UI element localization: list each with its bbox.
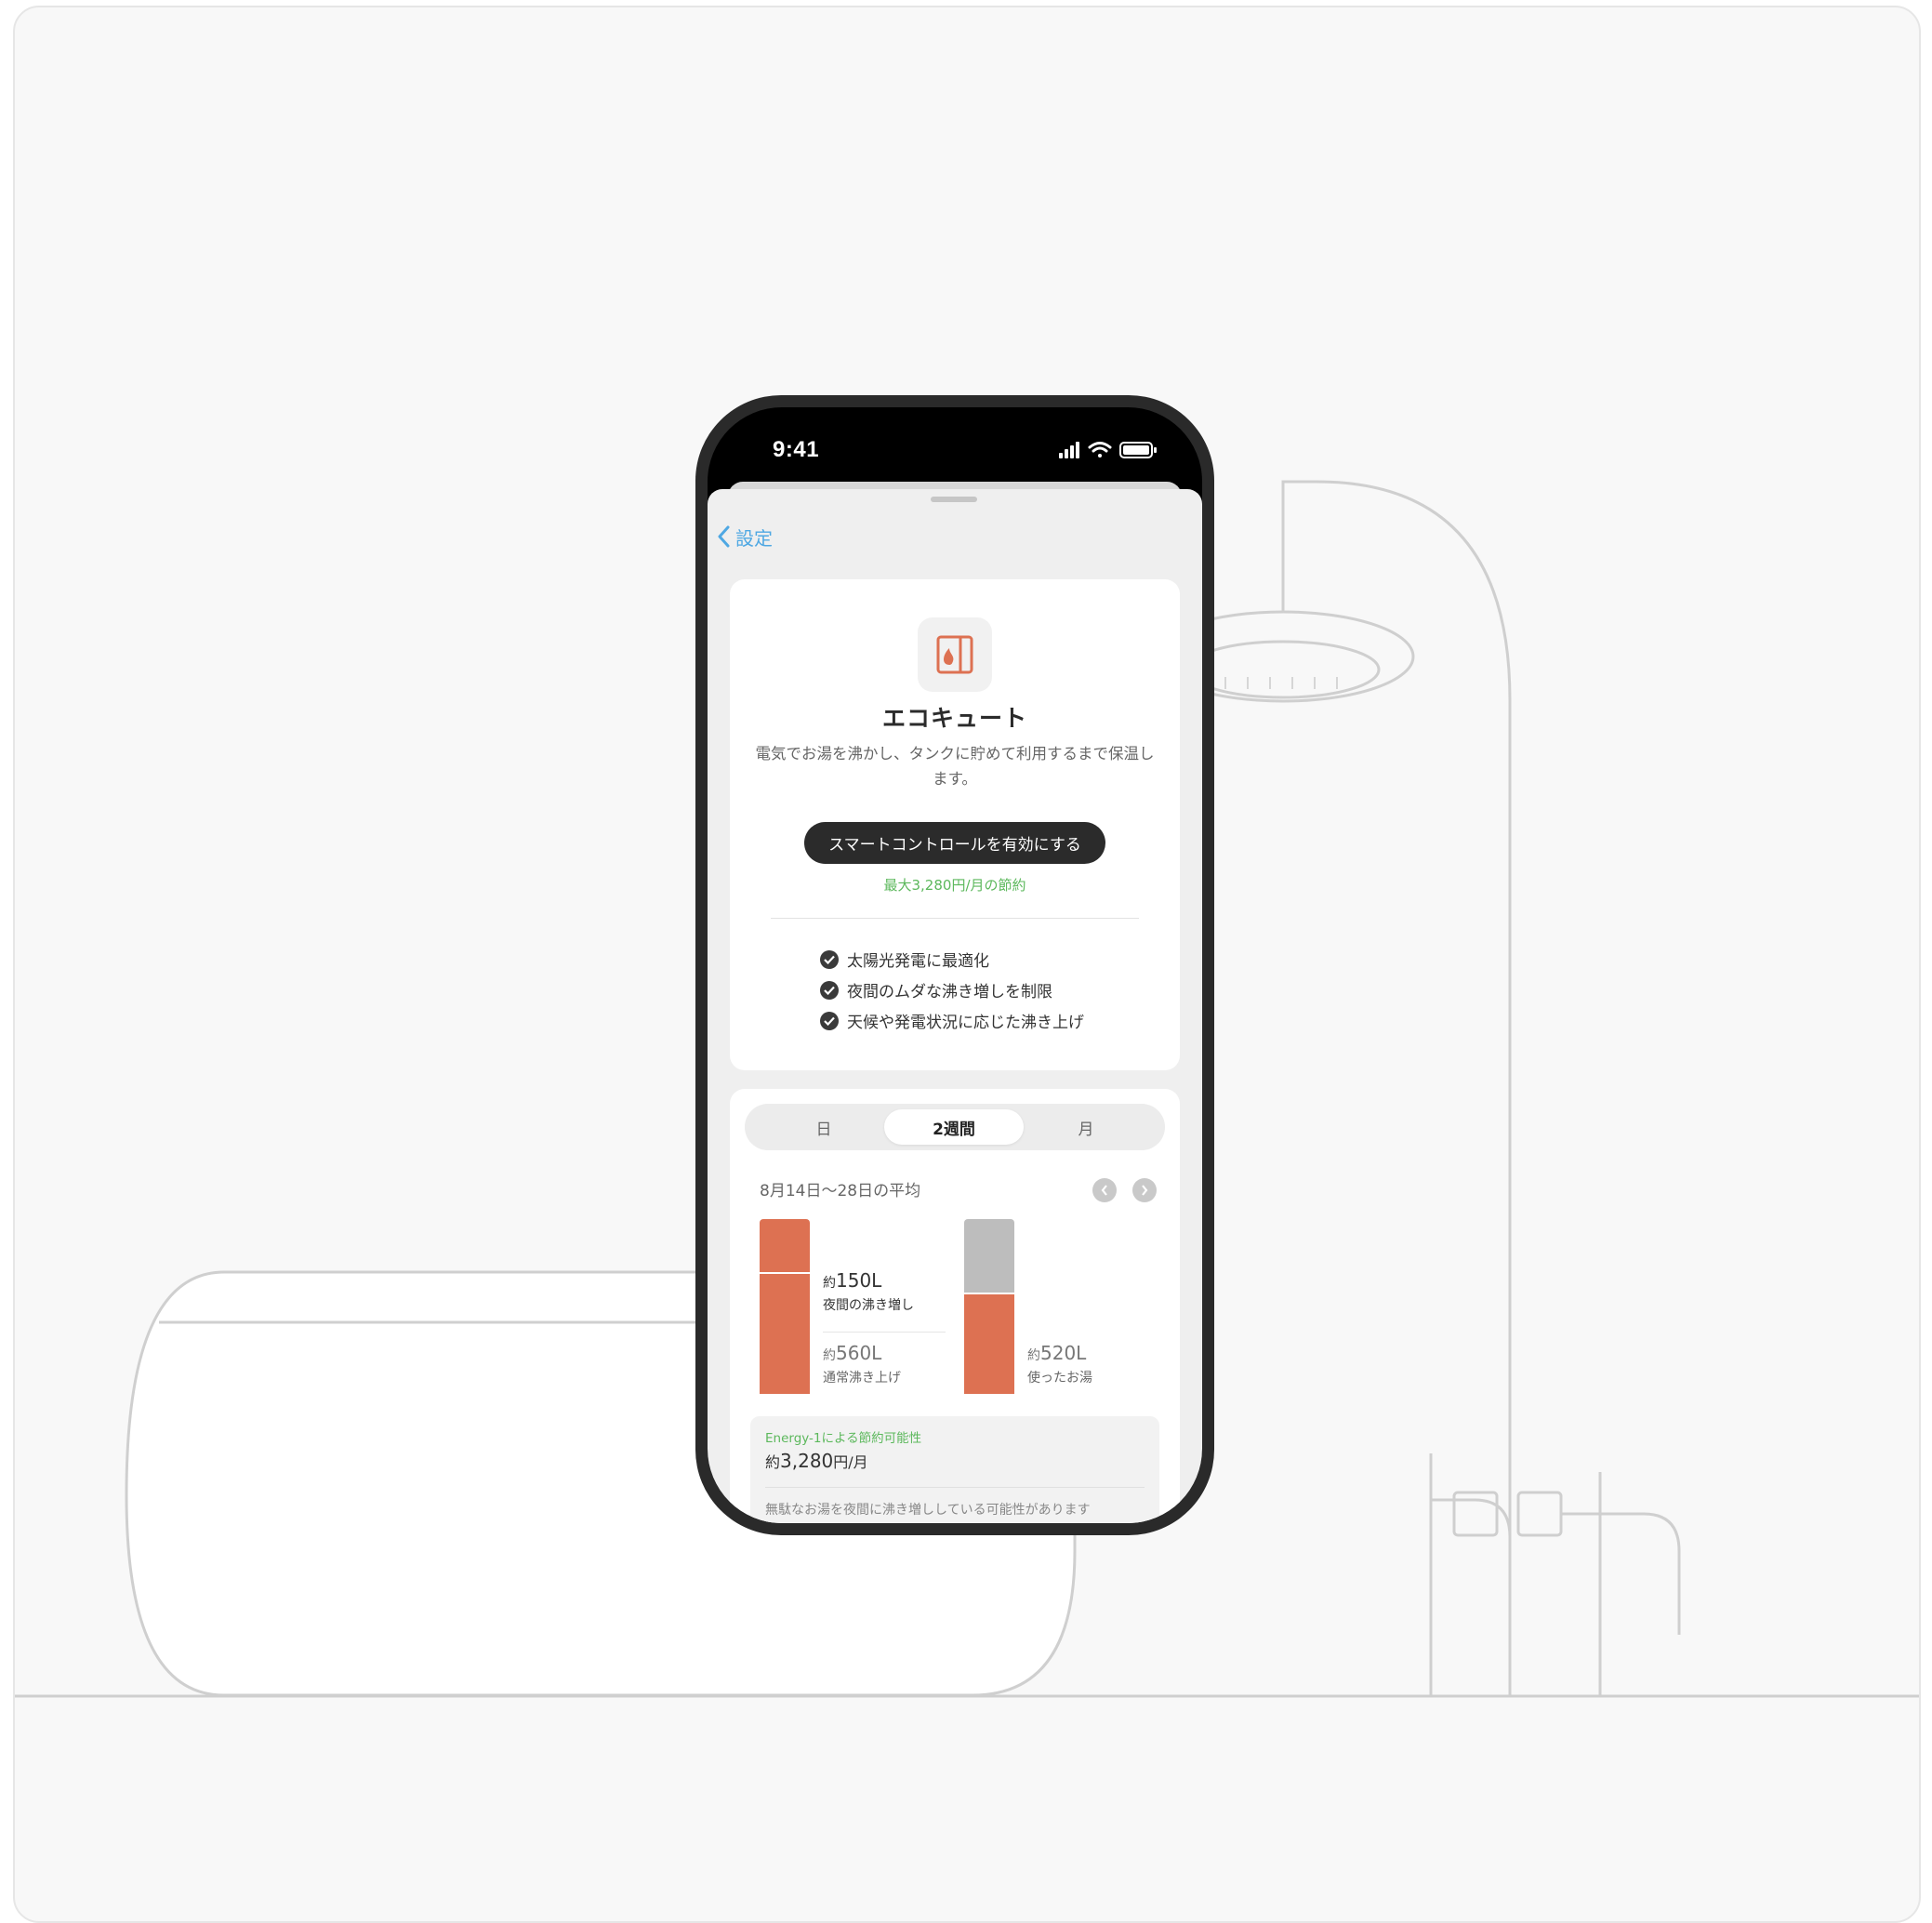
divider xyxy=(771,918,1139,919)
chevron-right-icon xyxy=(1142,1185,1148,1196)
saving-note: 最大3,280円/月の節約 xyxy=(883,877,1026,894)
back-label: 設定 xyxy=(735,526,773,550)
tab-month[interactable]: 月 xyxy=(1016,1104,1156,1150)
feature-label: 太陽光発電に最適化 xyxy=(847,952,989,971)
phone-frame: 9:41 設定 エコキュート 電気でお湯を沸かし、タンクに貯めて利用するまで保温… xyxy=(695,395,1214,1535)
enable-smart-control-button[interactable]: スマートコントロールを有効にする xyxy=(804,822,1105,864)
tab-two-weeks[interactable]: 2週間 xyxy=(884,1109,1024,1145)
normal-boil-caption: 通常沸き上げ xyxy=(823,1371,901,1386)
boil-bar xyxy=(760,1219,810,1394)
unused-segment xyxy=(964,1219,1014,1293)
energy-heading: Energy-1による節約可能性 xyxy=(765,1431,922,1446)
check-icon xyxy=(820,949,839,969)
feature-item: 天候や発電状況に応じた沸き上げ xyxy=(820,1009,1084,1032)
used-water-caption: 使ったお湯 xyxy=(1027,1371,1092,1386)
energy-value: 約3,280円/月 xyxy=(765,1450,868,1472)
water-heater-icon xyxy=(936,635,973,674)
divider xyxy=(823,1332,946,1333)
status-time: 9:41 xyxy=(773,437,820,462)
battery-icon xyxy=(1119,442,1157,458)
normal-boil-segment xyxy=(760,1274,810,1394)
device-description: 電気でお湯を沸かし、タンクに貯めて利用するまで保温します。 xyxy=(755,745,1155,788)
status-icons xyxy=(1059,442,1157,458)
used-water-value: 約520L xyxy=(1027,1342,1087,1364)
device-card: エコキュート 電気でお湯を沸かし、タンクに貯めて利用するまで保温します。 スマー… xyxy=(730,579,1180,1070)
chevron-left-icon xyxy=(1101,1185,1107,1196)
check-icon xyxy=(820,1011,839,1030)
back-button[interactable]: 設定 xyxy=(717,521,773,552)
phone-screen: 9:41 設定 エコキュート 電気でお湯を沸かし、タンクに貯めて利用するまで保温… xyxy=(708,407,1202,1523)
feature-item: 夜間のムダな沸き増しを制限 xyxy=(820,978,1052,1001)
used-water-bar xyxy=(964,1219,1014,1394)
energy-saving-box: Energy-1による節約可能性 約3,280円/月 無駄なお湯を夜間に沸き増し… xyxy=(750,1416,1159,1523)
feature-item: 太陽光発電に最適化 xyxy=(820,948,989,971)
period-label: 8月14日〜28日の平均 xyxy=(760,1182,921,1200)
night-boost-caption: 夜間の沸き増し xyxy=(823,1298,914,1313)
feature-label: 夜間のムダな沸き増しを制限 xyxy=(847,983,1052,1001)
check-icon xyxy=(820,980,839,1000)
device-icon-tile xyxy=(918,617,992,692)
night-boost-value: 約150L xyxy=(823,1269,882,1292)
wifi-icon xyxy=(1088,442,1112,458)
used-water-segment xyxy=(964,1294,1014,1394)
previous-period-button[interactable] xyxy=(1092,1178,1117,1202)
status-bar: 9:41 xyxy=(708,407,1202,491)
energy-note: 無駄なお湯を夜間に沸き増ししている可能性があります xyxy=(765,1503,1091,1518)
signal-icon xyxy=(1059,442,1079,458)
sheet-grabber[interactable] xyxy=(931,497,977,502)
feature-label: 天候や発電状況に応じた沸き上げ xyxy=(847,1014,1084,1032)
usage-card: 日 2週間 月 8月14日〜28日の平均 約150L 夜間の沸き増し 約560L… xyxy=(730,1089,1180,1523)
divider xyxy=(765,1487,1145,1488)
next-period-button[interactable] xyxy=(1132,1178,1157,1202)
back-chevron-icon xyxy=(718,525,730,548)
period-segmented-control: 日 2週間 月 xyxy=(745,1104,1165,1150)
tab-day[interactable]: 日 xyxy=(754,1104,893,1150)
night-boost-segment xyxy=(760,1219,810,1272)
normal-boil-value: 約560L xyxy=(823,1342,882,1364)
device-title: エコキュート xyxy=(881,705,1027,732)
modal-sheet: 設定 エコキュート 電気でお湯を沸かし、タンクに貯めて利用するまで保温します。 … xyxy=(708,489,1202,1523)
